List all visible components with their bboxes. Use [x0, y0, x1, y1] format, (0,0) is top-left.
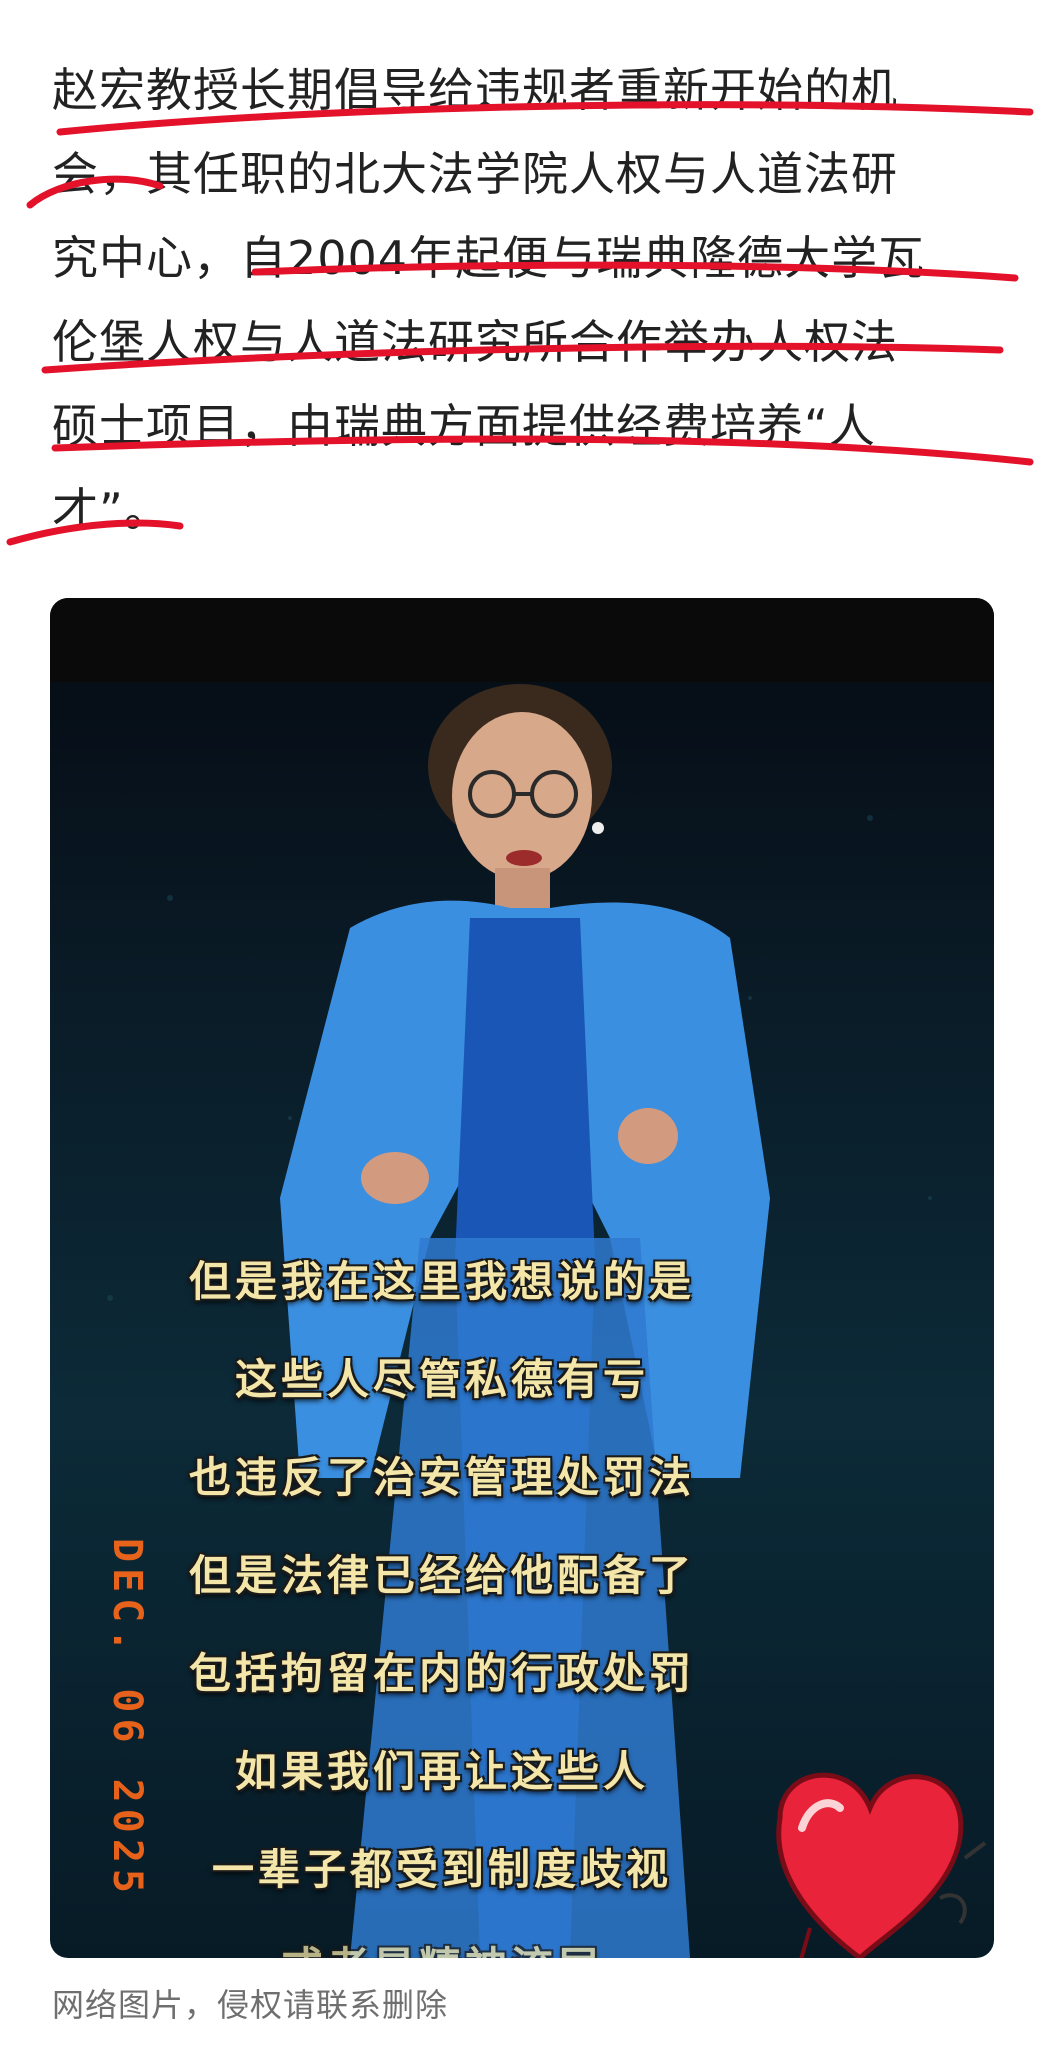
video-screenshot[interactable]: 但是我在这里我想说的是 这些人尽管私德有亏 也违反了治安管理处罚法 但是法律已经… — [50, 598, 994, 1958]
article-line: 会，其任职的北大法学院人权与人道法研 — [52, 147, 898, 201]
article-line: 伦堡人权与人道法研究所合作举办人权法 — [52, 315, 898, 369]
article-line: 究中心，自2004年起便与瑞典隆德大学瓦 — [52, 231, 926, 285]
article-line: 才”。 — [52, 483, 171, 537]
subtitle-line: 但是我在这里我想说的是 — [188, 1257, 695, 1306]
subtitle-line: 包括拘留在内的行政处罚 — [188, 1649, 695, 1698]
subtitle-line: 但是法律已经给他配备了 — [188, 1551, 695, 1600]
subtitle-line: 这些人尽管私德有亏 — [234, 1355, 649, 1404]
subtitle-line: 也违反了治安管理处罚法 — [188, 1453, 695, 1502]
heart-sticker-icon — [776, 1772, 987, 1958]
date-stamp: DEC. 06 2025 — [104, 1538, 150, 1899]
article-text: 赵宏教授长期倡导给违规者重新开始的机 会，其任职的北大法学院人权与人道法研 究中… — [52, 48, 1002, 552]
article-line: 硕士项目，由瑞典方面提供经费培养“人 — [52, 399, 876, 453]
image-caption: 网络图片，侵权请联系删除 — [52, 1986, 449, 2024]
article-line: 赵宏教授长期倡导给违规者重新开始的机 — [52, 63, 898, 117]
